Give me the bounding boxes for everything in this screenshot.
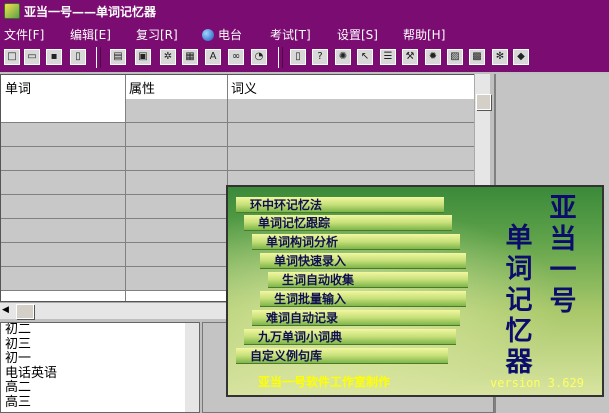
word-list-scrollbar[interactable] [185, 323, 199, 412]
app-icon [4, 3, 20, 19]
grid-cell-selected[interactable] [1, 99, 125, 122]
feature-bar: 单词记忆跟踪 [244, 215, 452, 231]
gear-icon[interactable]: ✹ [425, 49, 441, 65]
feature-bar: 生词自动收集 [268, 272, 468, 288]
column-header-word[interactable]: 单词 [5, 78, 31, 97]
save-icon[interactable]: ▪ [46, 49, 62, 65]
context-help-icon[interactable]: ↖ [357, 49, 373, 65]
column-divider [125, 75, 126, 301]
menu-help[interactable]: 帮助[H] [403, 26, 445, 43]
feature-bar: 单词快速录入 [260, 253, 466, 269]
menu-settings[interactable]: 设置[S] [337, 26, 378, 43]
new-file-icon[interactable]: □ [4, 49, 20, 65]
menu-review[interactable]: 复习[R] [136, 26, 178, 43]
grid-row[interactable] [1, 99, 475, 123]
word-list-item[interactable]: 高三 [1, 395, 199, 411]
word-list-item[interactable]: 初二 [1, 323, 199, 338]
page-icon[interactable]: ▯ [70, 49, 86, 65]
list-icon[interactable]: ☰ [380, 49, 396, 65]
feature-bar: 生词批量输入 [260, 291, 466, 307]
splash-footer: 亚当一号软件工作室制作 [258, 375, 391, 389]
menu-edit[interactable]: 编辑[E] [70, 26, 111, 43]
monitor-icon[interactable]: ▦ [182, 49, 198, 65]
scroll-left-arrow-icon[interactable]: ◀ [2, 305, 14, 317]
window-title: 亚当一号——单词记忆器 [24, 4, 157, 19]
eraser-icon[interactable]: ◆ [513, 49, 529, 65]
menu-radio-label: 电台 [218, 28, 243, 42]
find-icon[interactable]: ◔ [251, 49, 267, 65]
cog-icon[interactable]: ✻ [492, 49, 508, 65]
splash-screen: 环中环记忆法 单词记忆跟踪 单词构词分析 单词快速录入 生词自动收集 生词批量输… [226, 185, 604, 397]
print-icon[interactable]: ▤ [110, 49, 126, 65]
feature-bar: 自定义例句库 [236, 348, 448, 364]
feature-bar: 环中环记忆法 [236, 197, 444, 213]
binoculars-icon[interactable]: ∞ [228, 49, 244, 65]
word-list-panel: 初二 初三 初一 电话英语 高二 高三 [0, 322, 200, 413]
document-icon[interactable]: ▯ [290, 49, 306, 65]
open-folder-icon[interactable]: ▭ [24, 49, 40, 65]
word-list-item[interactable]: 高二 [1, 380, 199, 396]
font-a-icon[interactable]: A [205, 49, 221, 65]
window-icon[interactable]: ▣ [135, 49, 151, 65]
splash-version: version 3.629 [490, 376, 584, 390]
word-list-item[interactable]: 电话英语 [1, 366, 199, 382]
title-bar: 亚当一号——单词记忆器 [0, 0, 609, 22]
toolbar-separator [278, 47, 283, 68]
image-icon[interactable]: ▨ [447, 49, 463, 65]
word-list-item[interactable]: 初一 [1, 351, 199, 367]
help-icon[interactable]: ? [312, 49, 328, 65]
column-header-meaning[interactable]: 词义 [231, 78, 257, 97]
menu-radio[interactable]: 电台 [202, 26, 242, 43]
scroll-thumb[interactable] [16, 304, 34, 319]
menu-bar: 文件[F] 编辑[E] 复习[R] 电台 考试[T] 设置[S] 帮助[H] [0, 22, 609, 44]
grid-row[interactable] [1, 147, 475, 171]
feature-bar: 单词构词分析 [252, 234, 460, 250]
toolbar: □ ▭ ▪ ▯ ▤ ▣ ✲ ▦ A ∞ ◔ ▯ ? ✺ ↖ ☰ ⚒ ✹ ▨ ▩ … [0, 44, 609, 72]
wheel-icon[interactable]: ✺ [335, 49, 351, 65]
menu-file[interactable]: 文件[F] [4, 26, 44, 43]
splash-title-col2: 单词记忆器 [505, 223, 533, 378]
tools-icon[interactable]: ⚒ [402, 49, 418, 65]
toolbar-separator [96, 47, 101, 68]
photo-icon[interactable]: ▩ [469, 49, 485, 65]
radio-globe-icon [202, 29, 214, 41]
scroll-thumb[interactable] [476, 94, 491, 110]
settings-icon[interactable]: ✲ [160, 49, 176, 65]
feature-bar: 九万单词小词典 [244, 329, 456, 345]
grid-row[interactable] [1, 123, 475, 147]
feature-bar: 难词自动记录 [252, 310, 460, 326]
word-list-item[interactable]: 初三 [1, 337, 199, 353]
column-header-attribute[interactable]: 属性 [129, 78, 155, 97]
grid-header: 单词 属性 词义 [1, 75, 475, 100]
splash-title-col1: 亚当一号 [549, 193, 577, 317]
menu-exam[interactable]: 考试[T] [270, 26, 311, 43]
